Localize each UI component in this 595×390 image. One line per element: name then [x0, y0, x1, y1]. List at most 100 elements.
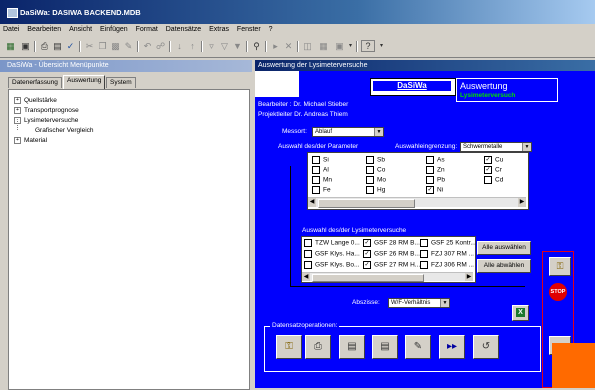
parameter-checkbox[interactable]: ✓ Cr [484, 166, 502, 174]
filter-selection-icon[interactable]: ▿ [206, 40, 217, 52]
undo-icon[interactable]: ↺ [473, 335, 499, 359]
lysimeter-checkbox[interactable]: ✓ GSF 26 RM B... [363, 250, 420, 258]
tree-node-material[interactable]: + Material [14, 137, 47, 144]
parameter-checkbox[interactable]: Pb [426, 176, 445, 184]
scroll-left-icon[interactable]: ◀ [302, 273, 310, 281]
parameter-checkbox[interactable]: ✓ Ni [426, 186, 443, 194]
parameter-checkbox[interactable]: Mn [312, 176, 332, 184]
copy-icon[interactable]: ❐ [97, 40, 108, 52]
menu-bearbeiten[interactable]: Bearbeiten [24, 24, 64, 33]
menu-einfuegen[interactable]: Einfügen [97, 24, 131, 33]
filter-form-icon[interactable]: ▽ [219, 40, 230, 52]
insert-hyperlink-icon[interactable]: ☍ [155, 40, 166, 52]
tree-node-transportprognose[interactable]: + Transportprognose [14, 107, 79, 114]
delete-icon[interactable]: ▤ [372, 335, 398, 359]
view-icon[interactable]: ▦ [5, 40, 16, 52]
eingrenzung-select[interactable]: Schwermetalle ▼ [460, 142, 532, 152]
right-panel-title: Auswertung der Lysimeterversuche [258, 62, 368, 69]
select-all-button[interactable]: Alle auswählen [477, 241, 531, 255]
menu-datei[interactable]: Datei [0, 24, 22, 33]
delete-record-icon[interactable]: ✕ [283, 40, 294, 52]
sort-descending-icon[interactable]: ↑ [187, 40, 198, 52]
horizontal-scrollbar[interactable]: ◀ ▶ [308, 197, 526, 208]
format-painter-icon[interactable]: ✎ [123, 40, 134, 52]
key-icon[interactable]: ⚿ [276, 335, 302, 359]
menu-extras[interactable]: Extras [206, 24, 232, 33]
lysimeter-checkbox[interactable]: TZW Lange 0... [304, 239, 360, 247]
expand-icon[interactable]: + [14, 137, 21, 144]
print-preview-icon[interactable]: ▤ [52, 40, 63, 52]
dropdown-arrow-icon[interactable]: ▾ [345, 40, 356, 52]
parameter-checkbox[interactable]: Mo [366, 176, 386, 184]
key-icon[interactable]: ⚿ [549, 257, 571, 276]
database-window-icon[interactable]: ▦ [318, 40, 329, 52]
excel-export-button[interactable]: X [512, 305, 529, 321]
find-icon[interactable]: ⚲ [251, 40, 262, 52]
tree-node-lysimeterversuche[interactable]: - Lysimeterversuche [14, 117, 78, 124]
scroll-right-icon[interactable]: ▶ [465, 273, 473, 281]
versuche-selection-label: Auswahl des/der Lysimeterversuche [302, 227, 407, 234]
tab-auswertung[interactable]: Auswertung [63, 75, 106, 89]
tab-datenerfassung[interactable]: Datenerfassung [8, 77, 62, 88]
chevron-down-icon[interactable]: ▼ [440, 299, 449, 307]
new-object-icon[interactable]: ▣ [334, 40, 345, 52]
deselect-all-button[interactable]: Alle abwählen [477, 259, 531, 273]
scroll-thumb[interactable] [312, 274, 424, 282]
spellcheck-icon[interactable]: ✓ [65, 40, 76, 52]
undo-icon[interactable]: ↶ [142, 40, 153, 52]
lysimeter-checkbox[interactable]: GSF Klys. Bo... [304, 261, 359, 269]
chevron-down-icon[interactable]: ▼ [522, 143, 531, 151]
parameter-checkbox[interactable]: Al [312, 166, 329, 174]
lysimeter-checkbox[interactable]: ✓ GSF 28 RM B... [363, 239, 420, 247]
abszisse-select[interactable]: W/F-Verhältnis ▼ [388, 298, 450, 308]
apply-filter-icon[interactable]: ▼ [232, 40, 243, 52]
cut-icon[interactable]: ✂ [84, 40, 95, 52]
scroll-right-icon[interactable]: ▶ [518, 198, 526, 207]
preview-icon[interactable]: ▤ [339, 335, 365, 359]
menu-fenster[interactable]: Fenster [234, 24, 264, 33]
menu-format[interactable]: Format [133, 24, 161, 33]
lysimeter-checkbox[interactable]: GSF Klys. Ha... [304, 250, 360, 258]
tree-node-grafischer-vergleich[interactable]: Grafischer Vergleich [33, 127, 94, 134]
sort-ascending-icon[interactable]: ↓ [174, 40, 185, 52]
help-icon[interactable]: ? [361, 40, 375, 52]
properties-icon[interactable]: ◫ [302, 40, 313, 52]
toolbar-separator [79, 41, 81, 52]
new-record-icon[interactable]: ▸ [270, 40, 281, 52]
dropdown-arrow-icon[interactable]: ▾ [376, 40, 387, 52]
print-icon[interactable]: ⎙ [305, 335, 331, 359]
lysimeter-checkbox[interactable]: ✓ GSF 27 RM H... [363, 261, 420, 269]
print-icon[interactable]: ⎙ [39, 40, 50, 52]
edit-icon[interactable]: ✎ [405, 335, 431, 359]
parameter-checkbox[interactable]: Si [312, 156, 329, 164]
parameter-checkbox[interactable]: Zn [426, 166, 445, 174]
parameter-checkbox[interactable]: Hg [366, 186, 385, 194]
lysimeter-checkbox[interactable]: GSF 25 Kontr... [420, 239, 476, 247]
parameter-checkbox[interactable]: Co [366, 166, 385, 174]
parameter-checkbox[interactable]: Cd [484, 176, 503, 184]
tab-system[interactable]: System [106, 77, 136, 88]
title-bar: DaSiWa: DASIWA BACKEND.MDB [0, 0, 595, 24]
menu-datensaetze[interactable]: Datensätze [163, 24, 204, 33]
expand-icon[interactable]: + [14, 107, 21, 114]
parameter-checkbox[interactable]: ✓ Cu [484, 156, 503, 164]
lysimeter-checkbox[interactable]: FZJ 306 RM ... [420, 261, 474, 269]
forward-icon[interactable]: ▸▸ [439, 335, 465, 359]
paste-icon[interactable]: ▩ [110, 40, 121, 52]
menu-help[interactable]: ? [266, 24, 276, 33]
horizontal-scrollbar[interactable]: ◀ ▶ [302, 272, 473, 282]
scroll-left-icon[interactable]: ◀ [308, 198, 316, 207]
save-icon[interactable]: ▣ [20, 40, 31, 52]
lysimeter-checkbox[interactable]: FZJ 307 RM ... [420, 250, 474, 258]
parameter-selection-label: Auswahl des/der Parameter [278, 143, 359, 150]
menu-ansicht[interactable]: Ansicht [66, 24, 95, 33]
scroll-thumb[interactable] [318, 199, 415, 208]
tree-node-quellstaerke[interactable]: + Quellstärke [14, 97, 57, 104]
messort-select[interactable]: Ablauf ▼ [312, 127, 384, 137]
chevron-down-icon[interactable]: ▼ [374, 128, 383, 136]
expand-icon[interactable]: + [14, 97, 21, 104]
parameter-checkbox[interactable]: Fe [312, 186, 331, 194]
stop-icon[interactable]: STOP [549, 283, 567, 301]
parameter-checkbox[interactable]: Sb [366, 156, 385, 164]
parameter-checkbox[interactable]: As [426, 156, 445, 164]
